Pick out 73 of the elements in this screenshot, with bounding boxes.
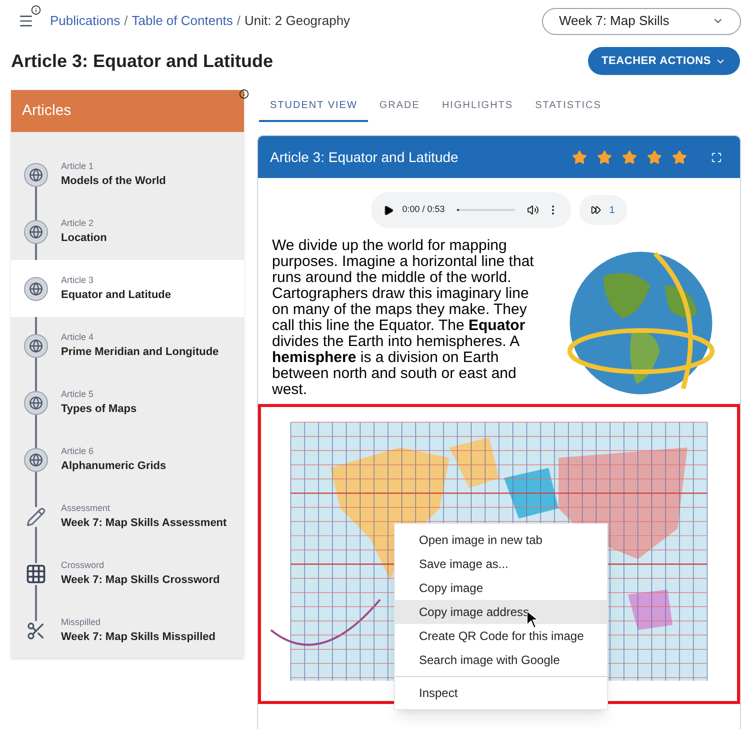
menu-item[interactable]: Inspect (395, 681, 607, 705)
breadcrumb-separator: / (236, 12, 241, 30)
tab[interactable]: HIGHLIGHTS (430, 90, 524, 122)
breadcrumb-current: Unit: 2 Geography (244, 12, 350, 30)
fast-forward-icon (591, 205, 602, 215)
info-icon (31, 5, 41, 15)
article-paragraph: We divide up the world for mapping purposes. Imagine a horizontal line that runs around the middle of the world. Cartographers draw this imaginary line on many of the maps they make. They call this line the Equator. The Equator divides the Earth into hemispheres. A hemisphere is a division on Earth between north and south or east and west. (272, 238, 535, 398)
breadcrumb-link[interactable]: Table of Contents (132, 11, 233, 31)
item-title: Alphanumeric Grids (61, 459, 166, 474)
item-title: Week 7: Map Skills Assessment (61, 516, 227, 531)
item-caption: Crossword (61, 558, 106, 572)
menu-icon[interactable] (18, 13, 34, 29)
menu-item[interactable]: Search image with Google (395, 648, 607, 672)
tab[interactable]: GRADE (368, 90, 431, 122)
item-caption: Article 3 (61, 274, 95, 286)
globe-icon (24, 448, 48, 472)
item-title: Equator and Latitude (61, 288, 171, 303)
item-title: Types of Maps (61, 402, 137, 417)
star-icon (572, 150, 587, 164)
speed-button[interactable]: 1 (579, 195, 627, 225)
star-icon (597, 150, 612, 164)
week-select[interactable]: Week 7: Map Skills (542, 8, 741, 34)
article-item[interactable]: Article 2 Location (11, 203, 244, 260)
item-title: Location (61, 231, 107, 246)
breadcrumb-link[interactable]: Publications (50, 11, 120, 31)
item-caption: Misspilled (61, 616, 102, 629)
page-title: Article 3: Equator and Latitude (11, 50, 274, 73)
item-title: Week 7: Map Skills Crossword (61, 573, 220, 588)
item-caption: Article 1 (61, 160, 95, 172)
menu-item[interactable]: Copy image address (395, 600, 607, 624)
card-title: Article 3: Equator and Latitude (270, 148, 460, 167)
star-icon (672, 150, 687, 164)
globe-icon (24, 390, 48, 414)
volume-icon[interactable] (527, 204, 540, 216)
menu-item[interactable]: Create QR Code for this image (395, 624, 607, 648)
audio-time: 0:00 / 0:53 (402, 203, 445, 216)
item-caption: Assessment (61, 502, 112, 514)
menu-item[interactable]: Open image in new tab (395, 528, 607, 552)
audio-player[interactable]: 0:00 / 0:53 (371, 192, 572, 228)
info-icon (239, 89, 249, 99)
article-item[interactable]: Article 6 Alphanumeric Grids (11, 431, 244, 488)
article-item[interactable]: Assessment Week 7: Map Skills Assessment (11, 488, 244, 545)
article-item[interactable]: Misspilled Week 7: Map Skills Misspilled (11, 602, 244, 659)
fullscreen-icon[interactable] (711, 152, 722, 162)
article-item[interactable]: Crossword Week 7: Map Skills Crossword (11, 545, 244, 602)
globe-icon (24, 334, 48, 358)
item-caption: Article 4 (61, 330, 95, 344)
menu-item[interactable]: Copy image (395, 576, 607, 600)
globe-icon (24, 276, 48, 300)
article-item[interactable]: Article 3 Equator and Latitude (11, 260, 244, 317)
article-item[interactable]: Article 5 Types of Maps (11, 374, 244, 431)
article-item[interactable]: Article 4 Prime Meridian and Longitude (11, 317, 244, 374)
scissors-icon (26, 620, 46, 640)
star-icon (622, 150, 637, 164)
item-title: Prime Meridian and Longitude (61, 345, 219, 360)
tab[interactable]: STATISTICS (524, 90, 612, 122)
item-title: Week 7: Map Skills Misspilled (61, 630, 216, 645)
item-caption: Article 6 (61, 444, 95, 458)
crossword-icon (25, 562, 47, 584)
breadcrumb-separator: / (124, 12, 128, 30)
article-item[interactable]: Article 1 Models of the World (11, 146, 244, 203)
globe-icon (24, 220, 48, 244)
teacher-actions-button[interactable]: TEACHER ACTIONS (588, 47, 740, 75)
star-icon (647, 150, 662, 164)
item-title: Models of the World (61, 174, 166, 189)
item-caption: Article 5 (61, 388, 95, 400)
item-caption: Article 2 (61, 216, 95, 230)
articles-header: Articles (11, 90, 244, 132)
globe-icon (24, 162, 48, 186)
play-icon[interactable] (383, 204, 394, 216)
tab[interactable]: STUDENT VIEW (259, 90, 368, 122)
cursor-icon (527, 611, 539, 629)
menu-item[interactable]: Save image as... (395, 552, 607, 576)
